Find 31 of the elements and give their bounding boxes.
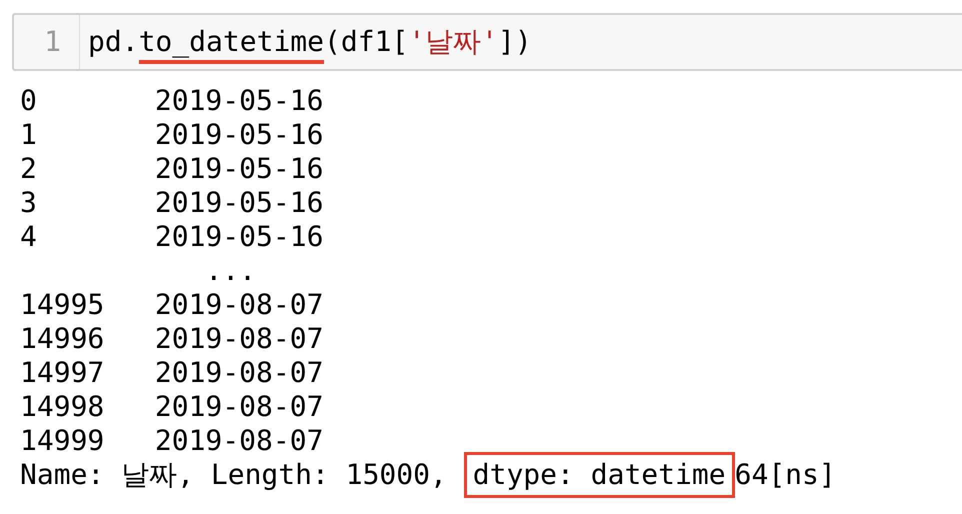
date-value: 2019-08-07 xyxy=(154,356,324,390)
row-index: 14998 xyxy=(20,390,106,424)
date-value: 2019-08-07 xyxy=(154,288,324,322)
line-number: 1 xyxy=(14,15,80,69)
summary-text: 64[ns] xyxy=(734,458,836,492)
date-value: 2019-05-16 xyxy=(154,220,324,254)
summary-text: Name: 날짜, Length: 15000, xyxy=(20,458,448,492)
row-index: 14997 xyxy=(20,356,106,390)
code-token: pd. xyxy=(88,25,139,60)
date-value: 2019-08-07 xyxy=(154,390,324,424)
date-value: 2019-05-16 xyxy=(154,186,324,220)
code-token: to_datetime xyxy=(138,25,324,64)
code-token: (df1[ xyxy=(324,25,408,60)
date-value: 2019-05-16 xyxy=(154,118,324,152)
row-index: 4 xyxy=(20,220,38,254)
row-index: 14996 xyxy=(20,322,106,356)
row-index: 14995 xyxy=(20,288,106,322)
row-index: 1 xyxy=(20,118,38,152)
highlighted-text: dtype: datetime xyxy=(464,452,735,498)
string-literal: '날짜' xyxy=(408,25,498,60)
date-value: 2019-08-07 xyxy=(154,322,324,356)
ellipsis: ... xyxy=(204,254,256,288)
row-index: 2 xyxy=(20,152,38,186)
row-index: 14999 xyxy=(20,424,106,458)
row-index: 0 xyxy=(20,84,38,118)
row-index: 3 xyxy=(20,186,38,220)
date-value: 2019-05-16 xyxy=(154,84,324,118)
code-cell[interactable]: 1 pd.to_datetime(df1['날짜']) xyxy=(12,13,962,71)
date-value: 2019-08-07 xyxy=(154,424,324,458)
code-token: ]) xyxy=(498,25,532,60)
date-value: 2019-05-16 xyxy=(154,152,324,186)
